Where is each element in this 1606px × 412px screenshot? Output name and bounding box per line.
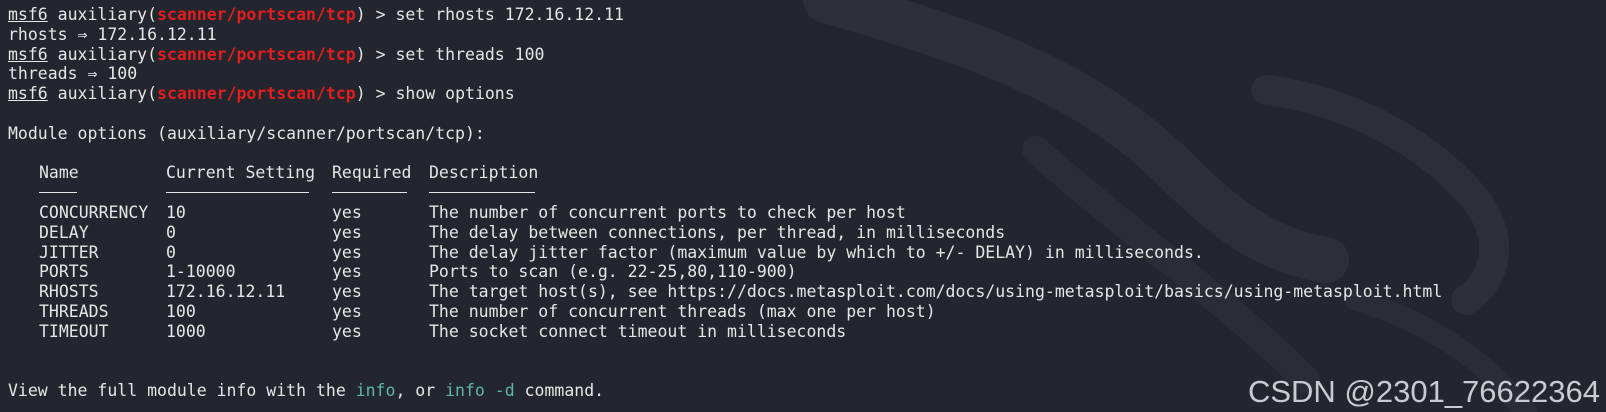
underline-description [429, 183, 535, 203]
module-name: scanner/portscan/tcp [157, 84, 356, 104]
prompt-context-post: ) > [355, 5, 396, 24]
option-required: yes [332, 262, 362, 282]
command-line: msf6 auxiliary(scanner/portscan/tcp) > s… [8, 84, 1606, 104]
terminal-window[interactable]: msf6 auxiliary(scanner/portscan/tcp) > s… [0, 0, 1606, 412]
option-current-setting: 1-10000 [166, 262, 236, 282]
option-description: The socket connect timeout in millisecon… [429, 321, 847, 341]
col-header-description: Description [429, 163, 539, 183]
option-required: yes [332, 242, 362, 262]
option-current-setting: 1000 [166, 321, 206, 341]
underline-current-setting [166, 183, 309, 203]
option-required: yes [332, 202, 362, 222]
command-input: set threads 100 [395, 44, 545, 64]
table-row: JITTER 0 yes The delay jitter factor (maxim… [8, 243, 1606, 263]
prompt-label: msf6 [8, 44, 48, 64]
prompt-label: msf6 [8, 84, 48, 104]
option-required: yes [332, 282, 362, 302]
option-name: RHOSTS [39, 282, 99, 302]
option-current-setting: 172.16.12.11 [166, 282, 286, 302]
command-line: msf6 auxiliary(scanner/portscan/tcp) > s… [8, 5, 1606, 25]
option-description: The delay jitter factor (maximum value b… [429, 242, 1204, 262]
option-current-setting: 100 [166, 301, 196, 321]
option-name: DELAY [39, 222, 89, 242]
prompt-context-post: ) > [355, 44, 396, 64]
prompt-context-post: ) > [355, 84, 396, 104]
footer-text-mid: , or [395, 381, 446, 401]
footer-text-post: command. [514, 381, 605, 401]
option-description: Ports to scan (e.g. 22-25,80,110-900) [429, 262, 797, 282]
prompt-context-pre: auxiliary( [47, 84, 158, 104]
command-input: show options [395, 84, 515, 104]
option-name: TIMEOUT [39, 321, 109, 341]
underline-required [332, 183, 407, 203]
table-row: PORTS 1-10000 yes Ports to scan (e.g. 22-25… [8, 262, 1606, 282]
option-name: JITTER [39, 242, 99, 262]
option-current-setting: 10 [166, 202, 186, 222]
info-d-command-link[interactable]: info -d [445, 381, 515, 400]
table-row: RHOSTS 172.16.12.11 yes The target host(s),… [8, 282, 1606, 302]
table-row: DELAY 0 yes The delay between connections, … [8, 223, 1606, 243]
module-name: scanner/portscan/tcp [157, 44, 356, 64]
option-description: The number of concurrent threads (max on… [429, 301, 936, 321]
option-name: THREADS [39, 301, 109, 321]
prompt-context-pre: auxiliary( [47, 5, 158, 24]
option-description: The delay between connections, per threa… [429, 222, 1006, 242]
table-row: CONCURRENCY 10 yes The number of concurrent… [8, 203, 1606, 223]
option-required: yes [332, 222, 362, 242]
module-name: scanner/portscan/tcp [157, 5, 356, 24]
options-table-header-underline [8, 183, 1606, 203]
option-description: The target host(s), see https://docs.met… [429, 282, 1443, 302]
col-header-name: Name [39, 163, 79, 183]
command-line: msf6 auxiliary(scanner/portscan/tcp) > s… [8, 45, 1606, 65]
underline-name [39, 183, 77, 203]
table-row: TIMEOUT 1000 yes The socket connect timeout… [8, 322, 1606, 342]
table-row: THREADS 100 yes The number of concurrent th… [8, 302, 1606, 322]
prompt-context-pre: auxiliary( [47, 44, 158, 64]
option-description: The number of concurrent ports to check … [429, 202, 906, 222]
option-required: yes [332, 301, 362, 321]
option-current-setting: 0 [166, 222, 176, 242]
option-current-setting: 0 [166, 242, 176, 262]
footer-text-pre: View the full module info with the [8, 381, 356, 401]
options-heading: Module options (auxiliary/scanner/portsc… [8, 123, 485, 143]
csdn-watermark: CSDN @2301_76622364 [1247, 374, 1600, 410]
command-input: set rhosts 172.16.12.11 [395, 5, 624, 24]
option-name: CONCURRENCY [39, 202, 149, 222]
option-required: yes [332, 321, 362, 341]
options-table-header: Name Current Setting Required Description [8, 163, 1606, 183]
command-output: rhosts ⇒ 172.16.12.11 [8, 24, 217, 44]
option-name: PORTS [39, 262, 89, 282]
info-command-link[interactable]: info [356, 381, 396, 400]
prompt-label: msf6 [8, 5, 48, 24]
col-header-required: Required [332, 163, 412, 183]
command-output: threads ⇒ 100 [8, 64, 138, 84]
col-header-current-setting: Current Setting [166, 163, 316, 183]
